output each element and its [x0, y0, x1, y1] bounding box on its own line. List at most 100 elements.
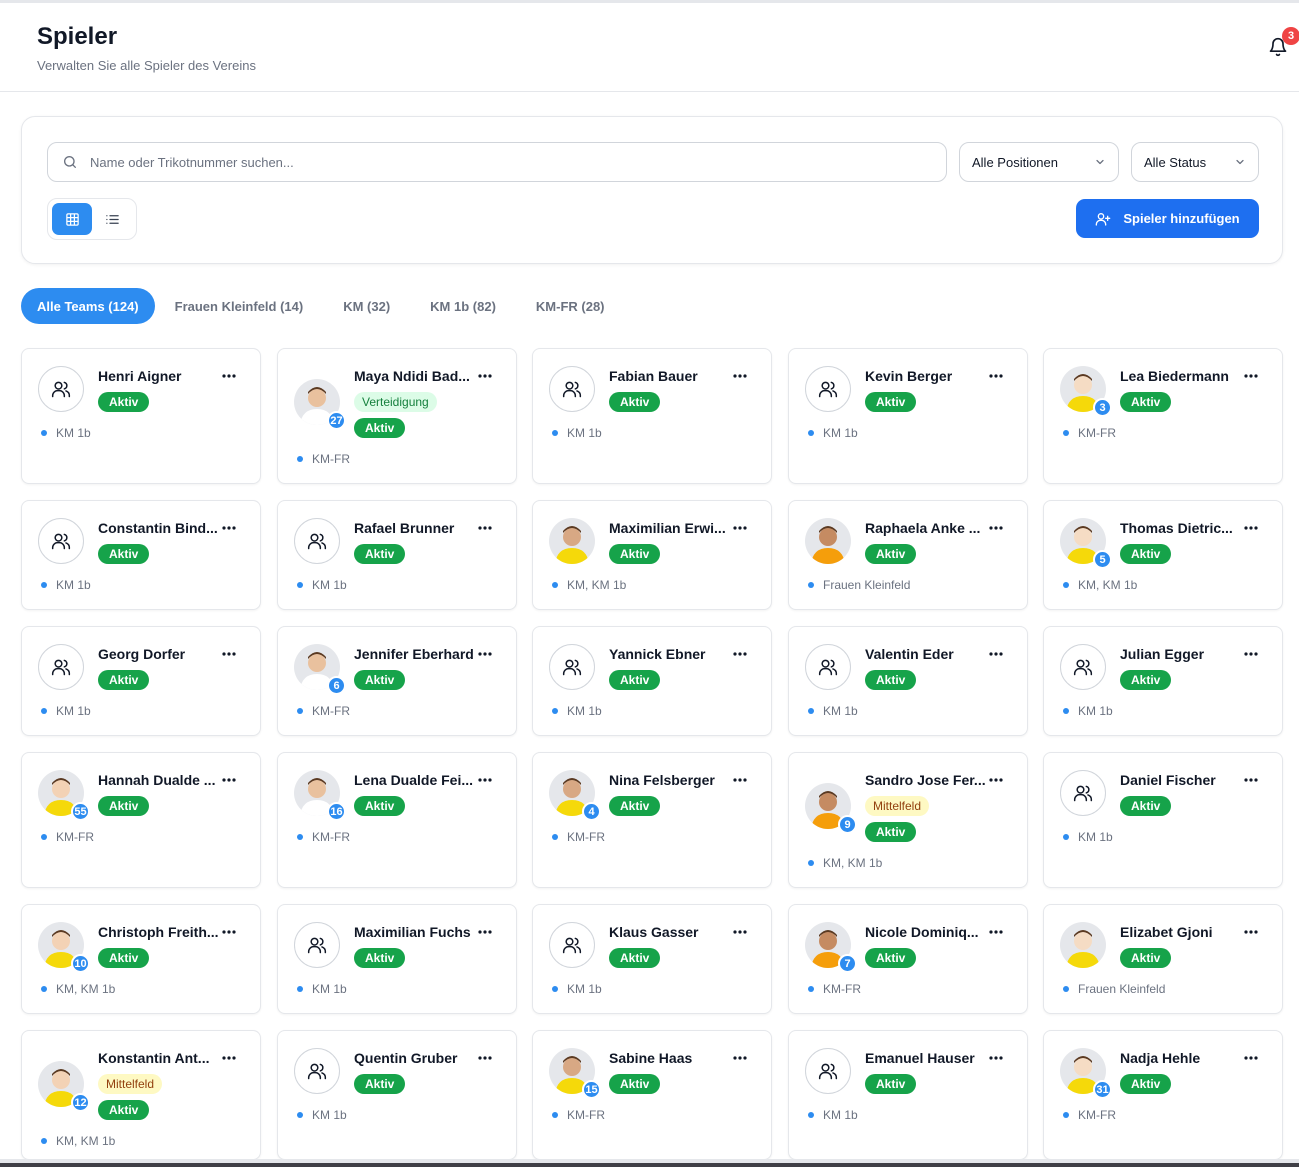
more-options-icon[interactable]	[1242, 925, 1260, 939]
player-card[interactable]: Maximilian Erwi... Aktiv KM, KM 1b	[532, 500, 772, 610]
player-card[interactable]: 16 Lena Dualde Fei... Aktiv KM-FR	[277, 752, 517, 888]
more-options-icon[interactable]	[987, 773, 1005, 787]
more-options-icon[interactable]	[731, 647, 749, 661]
player-name[interactable]: Emanuel Hauser	[865, 1050, 989, 1066]
player-name[interactable]: Sandro Jose Fer...	[865, 772, 989, 788]
grid-view-button[interactable]	[52, 203, 92, 235]
more-options-icon[interactable]	[476, 925, 494, 939]
more-options-icon[interactable]	[731, 773, 749, 787]
more-options-icon[interactable]	[1242, 647, 1260, 661]
player-name[interactable]: Hannah Dualde ...	[98, 772, 222, 788]
player-name[interactable]: Nina Felsberger	[609, 772, 733, 788]
more-options-icon[interactable]	[987, 369, 1005, 383]
more-options-icon[interactable]	[731, 925, 749, 939]
tab-all-teams[interactable]: Alle Teams (124)	[21, 288, 155, 324]
player-name[interactable]: Fabian Bauer	[609, 368, 733, 384]
add-player-button[interactable]: Spieler hinzufügen	[1076, 199, 1259, 238]
more-options-icon[interactable]	[987, 521, 1005, 535]
more-options-icon[interactable]	[476, 647, 494, 661]
tab-km-fr[interactable]: KM-FR (28)	[516, 288, 625, 324]
more-options-icon[interactable]	[220, 647, 238, 661]
player-name[interactable]: Maximilian Erwi...	[609, 520, 733, 536]
more-options-icon[interactable]	[1242, 369, 1260, 383]
player-card[interactable]: Yannick Ebner Aktiv KM 1b	[532, 626, 772, 736]
player-card[interactable]: Valentin Eder Aktiv KM 1b	[788, 626, 1028, 736]
player-name[interactable]: Nadja Hehle	[1120, 1050, 1244, 1066]
player-name[interactable]: Thomas Dietric...	[1120, 520, 1244, 536]
player-card[interactable]: Henri Aigner Aktiv KM 1b	[21, 348, 261, 484]
more-options-icon[interactable]	[220, 369, 238, 383]
player-name[interactable]: Valentin Eder	[865, 646, 989, 662]
player-card[interactable]: 7 Nicole Dominiq... Aktiv KM-FR	[788, 904, 1028, 1014]
more-options-icon[interactable]	[1242, 773, 1260, 787]
player-name[interactable]: Daniel Fischer	[1120, 772, 1244, 788]
tab-frauen-kleinfeld[interactable]: Frauen Kleinfeld (14)	[155, 288, 324, 324]
more-options-icon[interactable]	[731, 1051, 749, 1065]
player-name[interactable]: Yannick Ebner	[609, 646, 733, 662]
search-input[interactable]	[90, 154, 890, 170]
player-name[interactable]: Christoph Freith...	[98, 924, 222, 940]
player-card[interactable]: Klaus Gasser Aktiv KM 1b	[532, 904, 772, 1014]
status-select[interactable]: Alle Status	[1131, 142, 1259, 182]
player-name[interactable]: Nicole Dominiq...	[865, 924, 989, 940]
more-options-icon[interactable]	[220, 521, 238, 535]
more-options-icon[interactable]	[476, 773, 494, 787]
more-options-icon[interactable]	[731, 521, 749, 535]
player-name[interactable]: Sabine Haas	[609, 1050, 733, 1066]
player-card[interactable]: Georg Dorfer Aktiv KM 1b	[21, 626, 261, 736]
player-card[interactable]: Elizabet Gjoni Aktiv Frauen Kleinfeld	[1043, 904, 1283, 1014]
player-card[interactable]: Julian Egger Aktiv KM 1b	[1043, 626, 1283, 736]
player-card[interactable]: 9 Sandro Jose Fer... Mittelfeld Aktiv KM, KM…	[788, 752, 1028, 888]
list-view-button[interactable]	[92, 203, 132, 235]
more-options-icon[interactable]	[987, 925, 1005, 939]
more-options-icon[interactable]	[987, 1051, 1005, 1065]
player-name[interactable]: Elizabet Gjoni	[1120, 924, 1244, 940]
player-name[interactable]: Julian Egger	[1120, 646, 1244, 662]
player-name[interactable]: Klaus Gasser	[609, 924, 733, 940]
player-card[interactable]: 3 Lea Biedermann Aktiv KM-FR	[1043, 348, 1283, 484]
player-name[interactable]: Lea Biedermann	[1120, 368, 1244, 384]
more-options-icon[interactable]	[731, 369, 749, 383]
more-options-icon[interactable]	[476, 521, 494, 535]
player-name[interactable]: Rafael Brunner	[354, 520, 478, 536]
search-box[interactable]	[47, 142, 947, 182]
player-name[interactable]: Henri Aigner	[98, 368, 222, 384]
player-card[interactable]: Constantin Bind... Aktiv KM 1b	[21, 500, 261, 610]
player-card[interactable]: 4 Nina Felsberger Aktiv KM-FR	[532, 752, 772, 888]
tab-km-1b[interactable]: KM 1b (82)	[410, 288, 516, 324]
more-options-icon[interactable]	[987, 647, 1005, 661]
player-card[interactable]: 55 Hannah Dualde ... Aktiv KM-FR	[21, 752, 261, 888]
player-card[interactable]: 12 Konstantin Ant... Mittelfeld Aktiv KM, KM…	[21, 1030, 261, 1160]
tab-km[interactable]: KM (32)	[323, 288, 410, 324]
player-card[interactable]: Raphaela Anke ... Aktiv Frauen Kleinfeld	[788, 500, 1028, 610]
player-name[interactable]: Konstantin Ant...	[98, 1050, 222, 1066]
player-card[interactable]: Daniel Fischer Aktiv KM 1b	[1043, 752, 1283, 888]
more-options-icon[interactable]	[220, 773, 238, 787]
player-card[interactable]: Rafael Brunner Aktiv KM 1b	[277, 500, 517, 610]
more-options-icon[interactable]	[476, 1051, 494, 1065]
player-name[interactable]: Maya Ndidi Bad...	[354, 368, 478, 384]
player-name[interactable]: Maximilian Fuchs	[354, 924, 478, 940]
player-name[interactable]: Raphaela Anke ...	[865, 520, 989, 536]
player-card[interactable]: Maximilian Fuchs Aktiv KM 1b	[277, 904, 517, 1014]
player-name[interactable]: Lena Dualde Fei...	[354, 772, 478, 788]
player-card[interactable]: 6 Jennifer Eberhard Aktiv KM-FR	[277, 626, 517, 736]
player-card[interactable]: Fabian Bauer Aktiv KM 1b	[532, 348, 772, 484]
more-options-icon[interactable]	[1242, 1051, 1260, 1065]
player-card[interactable]: 27 Maya Ndidi Bad... Verteidigung Aktiv KM-F…	[277, 348, 517, 484]
player-name[interactable]: Jennifer Eberhard	[354, 646, 478, 662]
player-card[interactable]: 15 Sabine Haas Aktiv KM-FR	[532, 1030, 772, 1160]
more-options-icon[interactable]	[220, 1051, 238, 1065]
player-name[interactable]: Constantin Bind...	[98, 520, 222, 536]
player-card[interactable]: 5 Thomas Dietric... Aktiv KM, KM 1b	[1043, 500, 1283, 610]
more-options-icon[interactable]	[220, 925, 238, 939]
position-select[interactable]: Alle Positionen	[959, 142, 1119, 182]
player-name[interactable]: Quentin Gruber	[354, 1050, 478, 1066]
player-card[interactable]: 10 Christoph Freith... Aktiv KM, KM 1b	[21, 904, 261, 1014]
player-card[interactable]: Quentin Gruber Aktiv KM 1b	[277, 1030, 517, 1160]
player-card[interactable]: Emanuel Hauser Aktiv KM 1b	[788, 1030, 1028, 1160]
more-options-icon[interactable]	[1242, 521, 1260, 535]
more-options-icon[interactable]	[476, 369, 494, 383]
player-card[interactable]: Kevin Berger Aktiv KM 1b	[788, 348, 1028, 484]
player-card[interactable]: 31 Nadja Hehle Aktiv KM-FR	[1043, 1030, 1283, 1160]
